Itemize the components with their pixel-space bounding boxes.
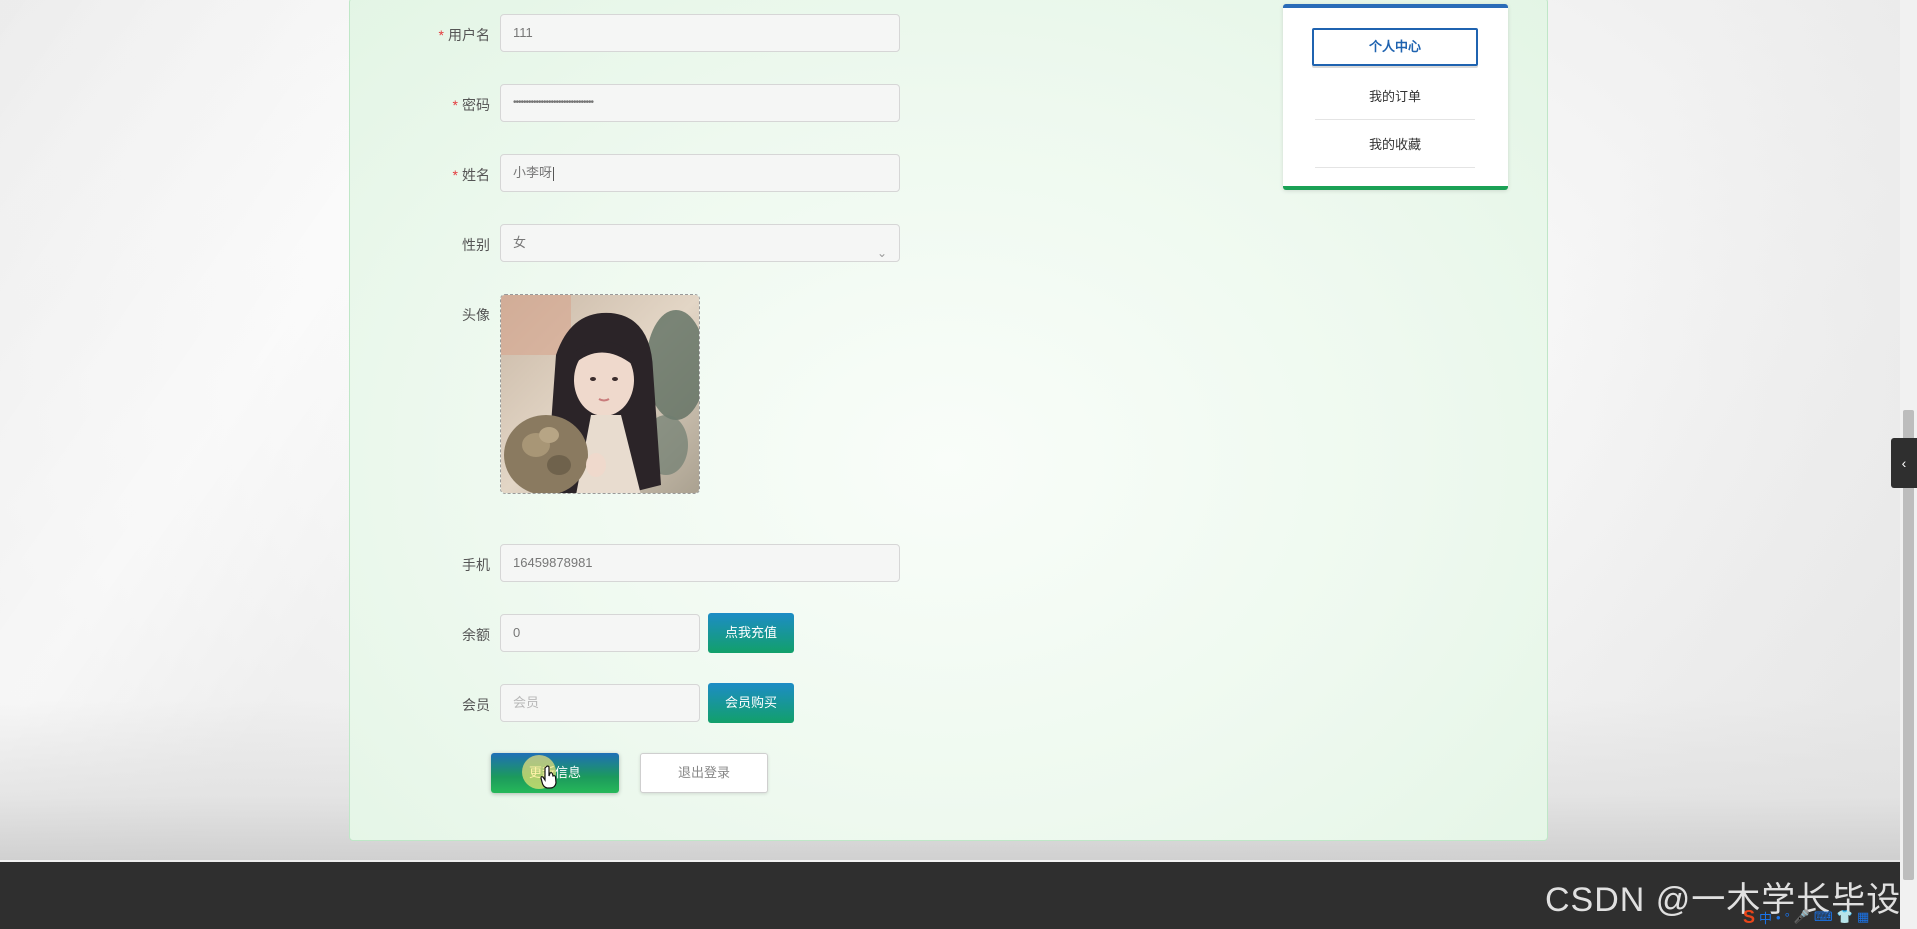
chevron-down-icon: ⌄: [876, 246, 887, 260]
avatar-image-upload[interactable]: [500, 294, 700, 494]
required-mark: *: [452, 97, 458, 113]
avatar-photo: [501, 295, 699, 493]
ime-mode[interactable]: 中: [1759, 908, 1772, 927]
username-label-text: 用户名: [448, 27, 490, 43]
hand-cursor-icon: [540, 765, 557, 789]
grid-icon[interactable]: ▦: [1857, 909, 1869, 925]
menu-item-personal-center[interactable]: 个人中心: [1312, 28, 1478, 66]
phone-input[interactable]: 16459878981: [500, 544, 900, 582]
password-label: * 密码: [350, 95, 490, 115]
gender-label: 性别: [462, 237, 490, 253]
name-input[interactable]: 小李呀: [500, 154, 900, 192]
microphone-icon[interactable]: 🎤: [1794, 909, 1810, 925]
name-label: * 姓名: [350, 165, 490, 185]
keyboard-icon[interactable]: ⌨: [1814, 909, 1833, 925]
required-mark: *: [452, 167, 458, 183]
skin-icon[interactable]: 👕: [1837, 909, 1853, 925]
required-mark: *: [438, 27, 444, 43]
user-side-menu: 个人中心 我的订单 我的收藏: [1283, 4, 1508, 190]
chevron-left-icon: ‹: [1901, 455, 1907, 471]
gender-select-value: 女: [513, 235, 527, 250]
side-toggle-button[interactable]: ‹: [1891, 438, 1917, 488]
password-label-text: 密码: [462, 97, 490, 113]
balance-input[interactable]: 0: [500, 614, 700, 652]
name-input-value: 小李呀: [513, 165, 553, 180]
recharge-button[interactable]: 点我充值: [708, 613, 794, 653]
avatar-label: 头像: [462, 307, 490, 323]
name-label-text: 姓名: [462, 167, 490, 183]
member-input[interactable]: 会员: [500, 684, 700, 722]
member-label: 会员: [462, 697, 490, 713]
password-input[interactable]: ••••••••••••••••••••••••••••••••: [500, 84, 900, 122]
phone-label: 手机: [462, 557, 490, 573]
balance-label: 余额: [462, 627, 490, 643]
logout-button[interactable]: 退出登录: [640, 753, 768, 793]
ime-toolbar: S 中 • ° 🎤 ⌨ 👕 ▦: [1743, 906, 1869, 928]
menu-item-my-favorites[interactable]: 我的收藏: [1315, 122, 1475, 168]
menu-item-my-orders[interactable]: 我的订单: [1315, 74, 1475, 120]
ime-logo-icon: S: [1743, 906, 1756, 927]
gender-select[interactable]: 女 ⌄: [500, 224, 900, 262]
username-label: * 用户名: [350, 25, 490, 45]
username-input[interactable]: 111: [500, 14, 900, 52]
ime-punct-icon[interactable]: •: [1776, 910, 1781, 925]
ime-degree-icon[interactable]: °: [1785, 910, 1790, 925]
buy-membership-button[interactable]: 会员购买: [708, 683, 794, 723]
text-caret: [553, 166, 555, 181]
